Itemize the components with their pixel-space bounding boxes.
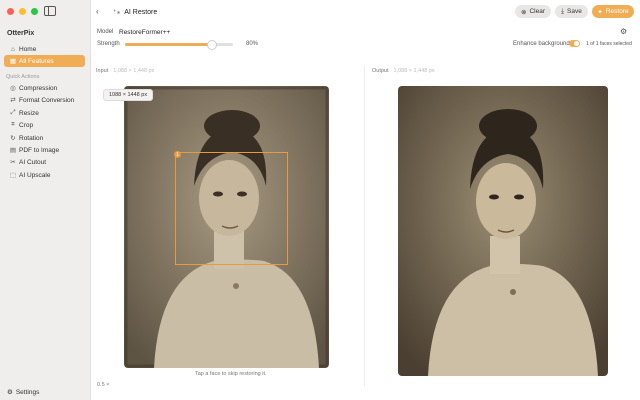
clear-button[interactable]: ⊗ Clear: [515, 5, 551, 18]
back-icon[interactable]: ‹: [96, 7, 99, 16]
window-controls: [7, 8, 38, 15]
resize-icon: ⤢: [10, 109, 16, 116]
sidebar-item-label: Format Conversion: [19, 96, 75, 104]
model-select[interactable]: RestoreFormer++: [119, 29, 170, 36]
pdf-icon: ▤: [9, 147, 17, 154]
magic-wand-icon: ✦: [597, 8, 603, 16]
toolbar: ‹ ⁺⁎ AI Restore ⊗ Clear ⤓ Save ✦ Restore: [91, 0, 640, 24]
skip-face-hint: Tap a face to skip restoring it.: [195, 371, 267, 377]
sidebar-item-all-features[interactable]: ▦ All Features: [4, 55, 85, 67]
sidebar-item-format-conversion[interactable]: ⇄ Format Conversion: [4, 94, 85, 106]
page-title-label: AI Restore: [124, 8, 158, 16]
sidebar-item-label: Rotation: [19, 134, 44, 142]
upscale-icon: ⬚: [9, 172, 17, 179]
output-photo: [398, 86, 608, 376]
output-pane-header: Output 1,088 × 1,448 px: [372, 68, 435, 74]
input-dimensions: 1,088 × 1,448 px: [113, 68, 155, 74]
output-dimensions: 1,088 × 1,448 px: [393, 68, 435, 74]
close-circle-icon: ⊗: [521, 8, 527, 16]
download-icon: ⤓: [561, 7, 565, 15]
save-label: Save: [567, 8, 582, 15]
sidebar-item-label: AI Upscale: [19, 171, 51, 179]
convert-icon: ⇄: [10, 97, 16, 104]
quick-actions-heading: Quick Actions: [6, 74, 40, 80]
sidebar-item-label: Compression: [19, 84, 58, 92]
enhance-background-label: Enhance background: [513, 41, 570, 47]
image-size-pill: 1088 × 1448 px: [103, 89, 154, 101]
sidebar-item-crop[interactable]: ⌗ Crop: [4, 119, 85, 131]
pane-divider[interactable]: [364, 66, 365, 386]
strength-slider-handle[interactable]: [207, 40, 218, 50]
page-title: ⁺⁎ AI Restore: [113, 8, 158, 17]
sidebar-item-pdf-to-image[interactable]: ▤ PDF to Image: [4, 144, 85, 156]
sidebar: OtterPix ⌂ Home ▦ All Features Quick Act…: [0, 0, 91, 400]
sidebar-item-ai-upscale[interactable]: ⬚ AI Upscale: [4, 169, 85, 181]
zoom-window-button[interactable]: [31, 8, 38, 15]
zoom-level: 0.5 ×: [97, 382, 110, 388]
app-name: OtterPix: [7, 30, 35, 37]
restore-button[interactable]: ✦ Restore: [592, 5, 634, 18]
sidebar-item-resize[interactable]: ⤢ Resize: [4, 107, 85, 119]
sparkle-icon: ⁺⁎: [113, 9, 121, 16]
settings-label: Settings: [15, 388, 40, 396]
input-label: Input: [96, 68, 109, 74]
sidebar-item-label: Resize: [19, 109, 39, 117]
output-label: Output: [372, 68, 389, 74]
grid-icon: ▦: [9, 58, 17, 65]
sidebar-item-label: All Features: [19, 57, 54, 65]
sidebar-toggle-icon[interactable]: [44, 6, 56, 16]
save-button[interactable]: ⤓ Save: [555, 5, 588, 18]
sidebar-item-compression[interactable]: ◎ Compression: [4, 82, 85, 94]
sidebar-item-rotation[interactable]: ↻ Rotation: [4, 132, 85, 144]
face-number-badge[interactable]: 1: [174, 151, 181, 158]
sidebar-item-ai-cutout[interactable]: ✂ AI Cutout: [4, 156, 85, 168]
cutout-icon: ✂: [10, 159, 16, 166]
sidebar-item-label: AI Cutout: [19, 158, 47, 166]
restore-label: Restore: [605, 8, 629, 15]
clear-label: Clear: [529, 8, 545, 15]
sidebar-item-home[interactable]: ⌂ Home: [4, 43, 85, 55]
enhance-background-toggle[interactable]: [569, 40, 580, 47]
sidebar-item-label: PDF to Image: [19, 146, 60, 154]
compress-icon: ◎: [10, 85, 16, 92]
gear-icon: ⚙: [7, 389, 13, 396]
sidebar-item-label: Home: [19, 45, 37, 53]
crop-icon: ⌗: [11, 121, 15, 128]
settings-button[interactable]: ⚙ Settings: [7, 388, 40, 397]
sidebar-item-label: Crop: [19, 121, 34, 129]
input-pane-header: Input 1,088 × 1,448 px: [96, 68, 154, 74]
minimize-window-button[interactable]: [19, 8, 26, 15]
main-area: ‹ ⁺⁎ AI Restore ⊗ Clear ⤓ Save ✦ Restore…: [91, 0, 640, 400]
close-window-button[interactable]: [7, 8, 14, 15]
face-selection-box[interactable]: [175, 152, 288, 265]
strength-label: Strength: [97, 41, 120, 47]
strength-slider-fill: [125, 43, 212, 46]
home-icon: ⌂: [11, 45, 15, 53]
gear-icon[interactable]: ⚙: [620, 27, 627, 36]
faces-selected-count: 1 of 1 faces selected: [586, 41, 632, 47]
model-label: Model: [97, 29, 114, 35]
rotate-icon: ↻: [10, 135, 16, 142]
strength-slider[interactable]: [125, 40, 233, 50]
strength-value: 80%: [246, 41, 259, 47]
